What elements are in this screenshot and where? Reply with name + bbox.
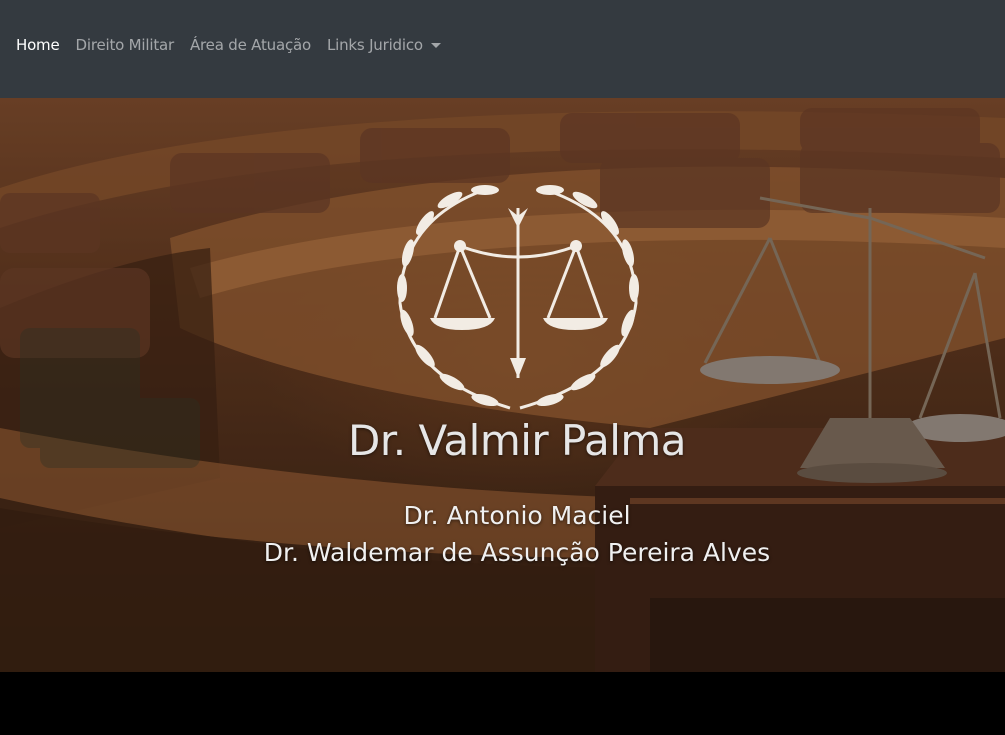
bottom-black-bar — [0, 672, 1005, 735]
nav-links-juridico-label: Links Juridico — [326, 36, 423, 54]
hero-banner: Dr. Valmir Palma Dr. Antonio Maciel Dr. … — [0, 98, 1005, 672]
hero-subtitle-1: Dr. Antonio Maciel — [403, 501, 631, 530]
nav-home-link[interactable]: Home — [16, 36, 60, 54]
top-navbar: Home Direito Militar Área de Atuação Lin… — [0, 0, 1005, 98]
hero-subtitle-2: Dr. Waldemar de Assunção Pereira Alves — [263, 538, 771, 567]
scales-of-justice-laurel-icon — [397, 185, 639, 410]
nav-area-de-atuacao-link[interactable]: Área de Atuação — [190, 36, 311, 54]
nav-links-juridico-dropdown[interactable]: Links Juridico — [327, 36, 441, 54]
nav-direito-militar-link[interactable]: Direito Militar — [76, 36, 175, 54]
caret-down-icon — [430, 42, 441, 48]
page-title: Dr. Valmir Palma — [347, 416, 687, 465]
